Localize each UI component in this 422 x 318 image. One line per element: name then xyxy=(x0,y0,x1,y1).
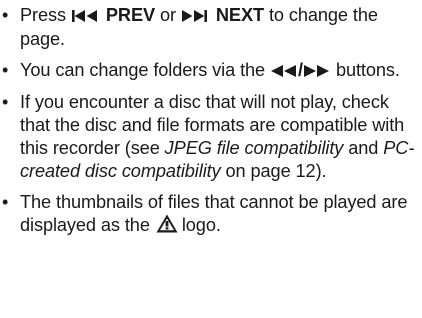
skip-previous-icon xyxy=(71,5,100,28)
logo-text: logo. xyxy=(181,215,221,235)
slash-separator: / xyxy=(298,60,303,80)
bullet-dot: • xyxy=(2,192,9,212)
bullet-item-page-navigation: • Press PREV or NEXT to change the page. xyxy=(0,4,420,51)
bullet-item-thumbnails: • The thumbnails of files that cannot be… xyxy=(0,191,420,239)
bullet-item-folder-change: • You can change folders via the / butto… xyxy=(0,59,420,83)
bullet-dot: • xyxy=(2,5,9,25)
skip-next-icon xyxy=(181,5,210,28)
fast-forward-icon xyxy=(303,60,330,83)
and-text: and xyxy=(348,138,379,158)
page-reference-text: on page 12). xyxy=(225,161,327,181)
next-button-label: NEXT xyxy=(215,5,264,25)
bullet-list: • Press PREV or NEXT to change the page. xyxy=(0,4,420,247)
warning-triangle-icon xyxy=(156,214,178,239)
press-text: Press xyxy=(20,5,66,25)
bullet-dot: • xyxy=(2,92,9,112)
jpeg-compatibility-reference: JPEG file compatibility xyxy=(164,138,344,158)
buttons-text: buttons. xyxy=(335,60,400,80)
manual-page: • Press PREV or NEXT to change the page. xyxy=(0,0,422,318)
bullet-item-compatibility: • If you encounter a disc that will not … xyxy=(0,91,420,183)
folder-text: You can change folders via the xyxy=(20,60,266,80)
or-text: or xyxy=(160,5,176,25)
rewind-icon xyxy=(271,60,297,83)
bullet-dot: • xyxy=(2,60,9,80)
prev-button-label: PREV xyxy=(105,5,156,25)
